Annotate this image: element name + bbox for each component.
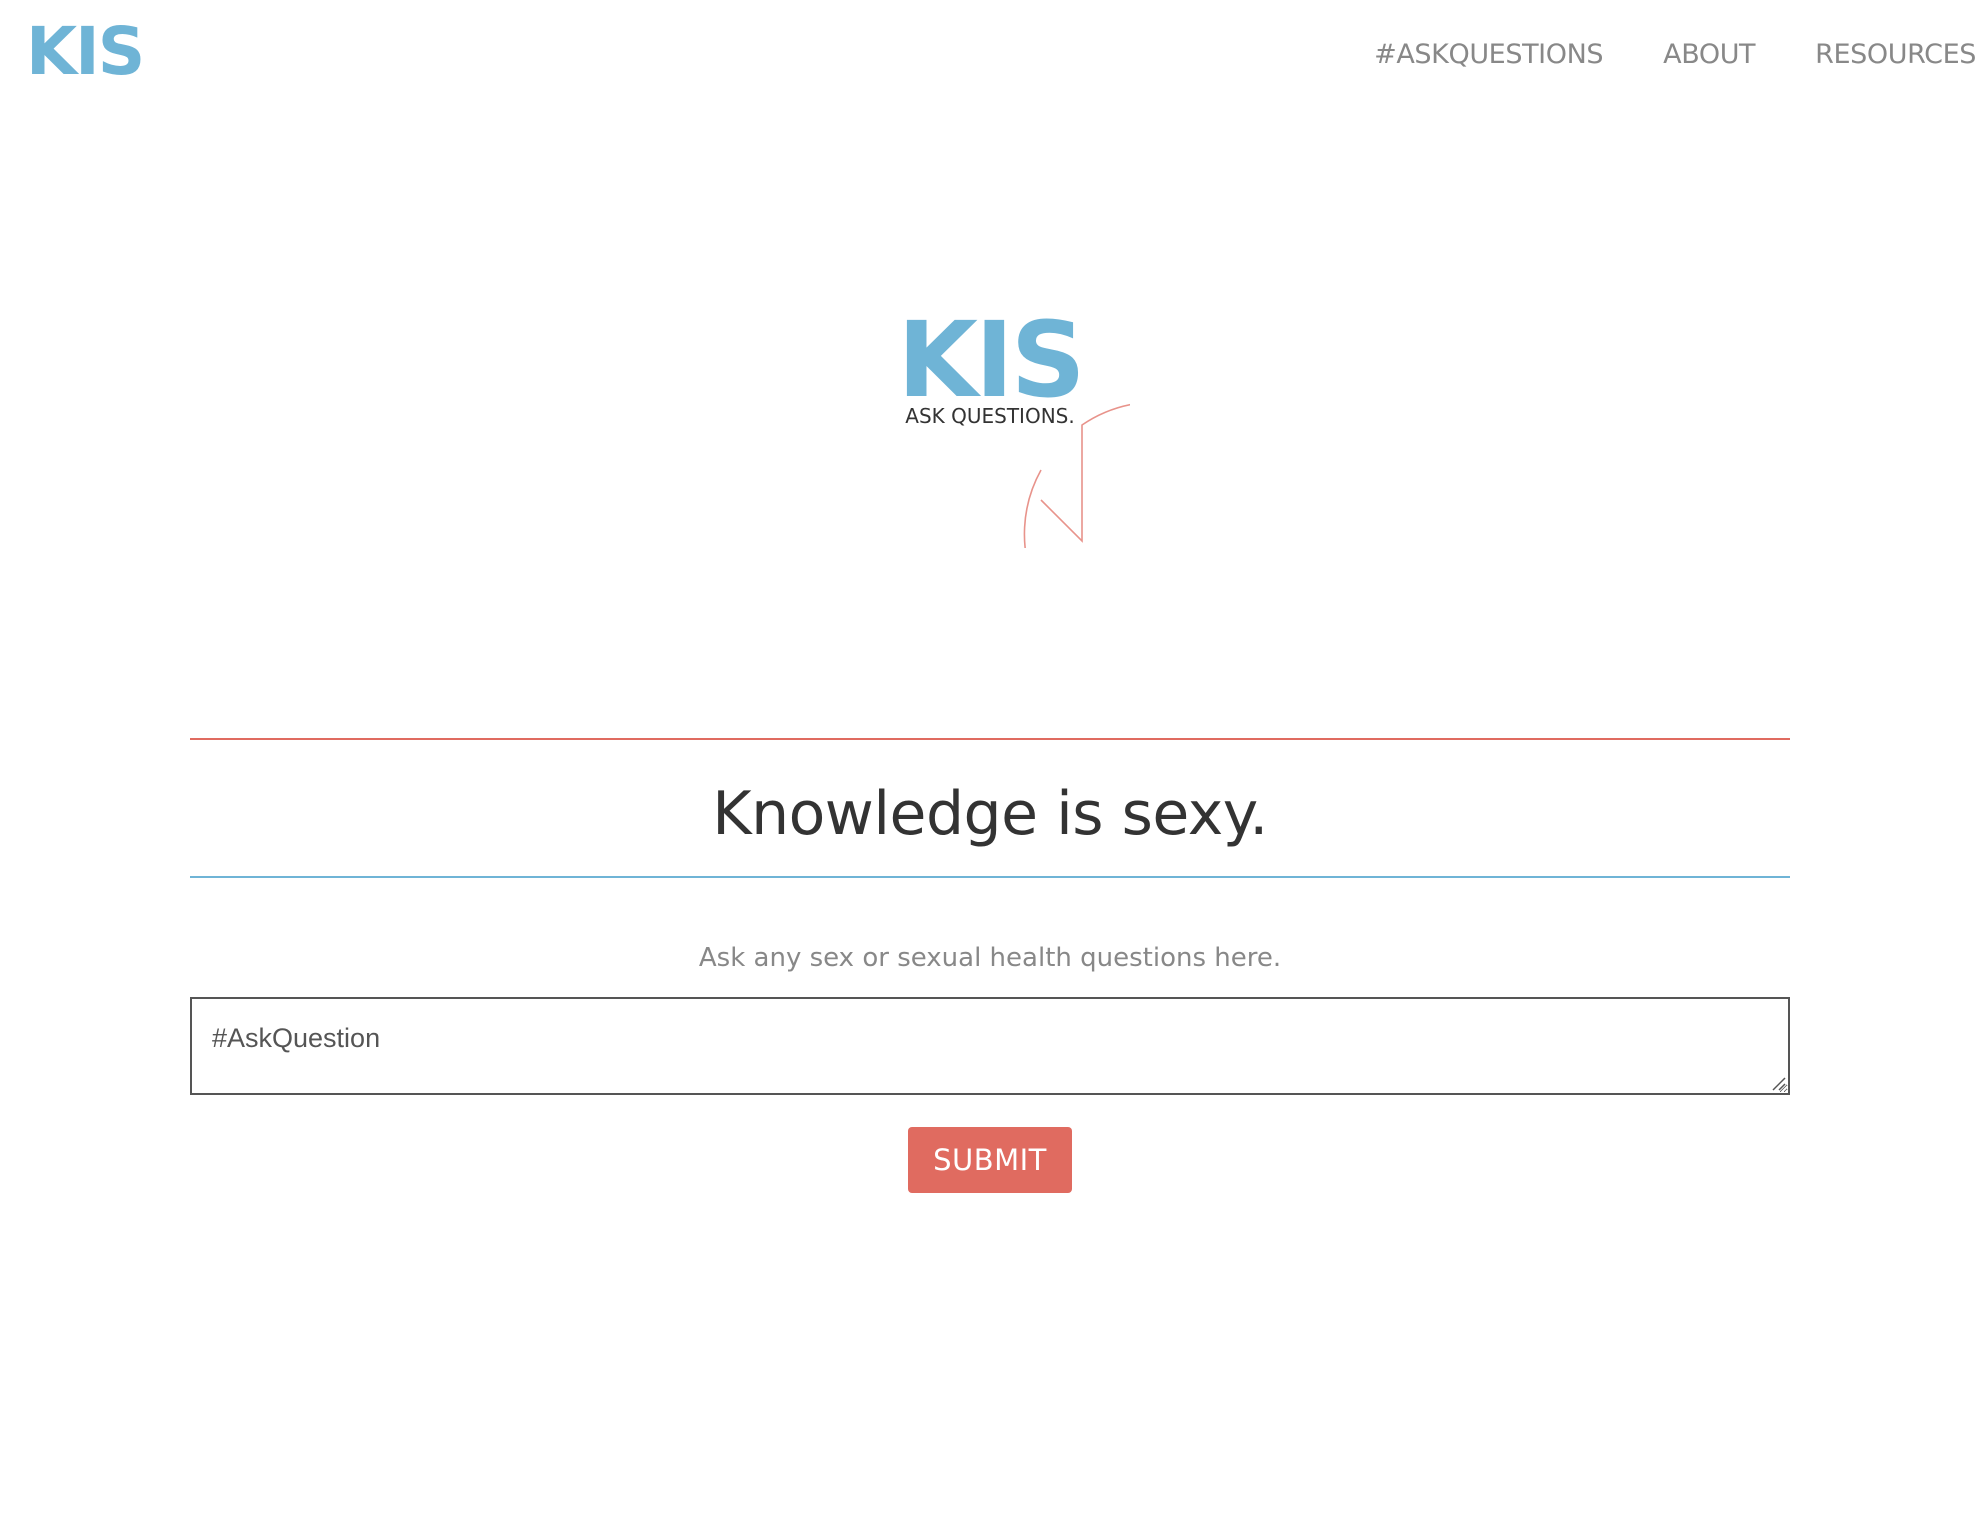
page-headline: Knowledge is sexy. xyxy=(712,779,1268,849)
headline-top-divider xyxy=(190,738,1790,740)
site-logo[interactable]: KIS xyxy=(26,16,145,88)
submit-button[interactable]: SUBMIT xyxy=(908,1127,1072,1193)
form-instructions: Ask any sex or sexual health questions h… xyxy=(698,943,1282,973)
badge-logo-text: KIS xyxy=(897,299,1085,421)
badge-tagline: ASK QUESTIONS. xyxy=(905,404,1075,428)
nav-link-askquestions[interactable]: #ASKQUESTIONS xyxy=(1374,39,1603,70)
top-nav: #ASKQUESTIONS ABOUT RESOURCES xyxy=(1374,30,1976,78)
nav-link-about[interactable]: ABOUT xyxy=(1663,39,1755,70)
headline-bottom-divider xyxy=(190,876,1790,878)
question-input[interactable] xyxy=(190,997,1790,1095)
hero-badge: KIS ASK QUESTIONS. xyxy=(850,228,1130,548)
nav-link-resources[interactable]: RESOURCES xyxy=(1815,39,1976,70)
